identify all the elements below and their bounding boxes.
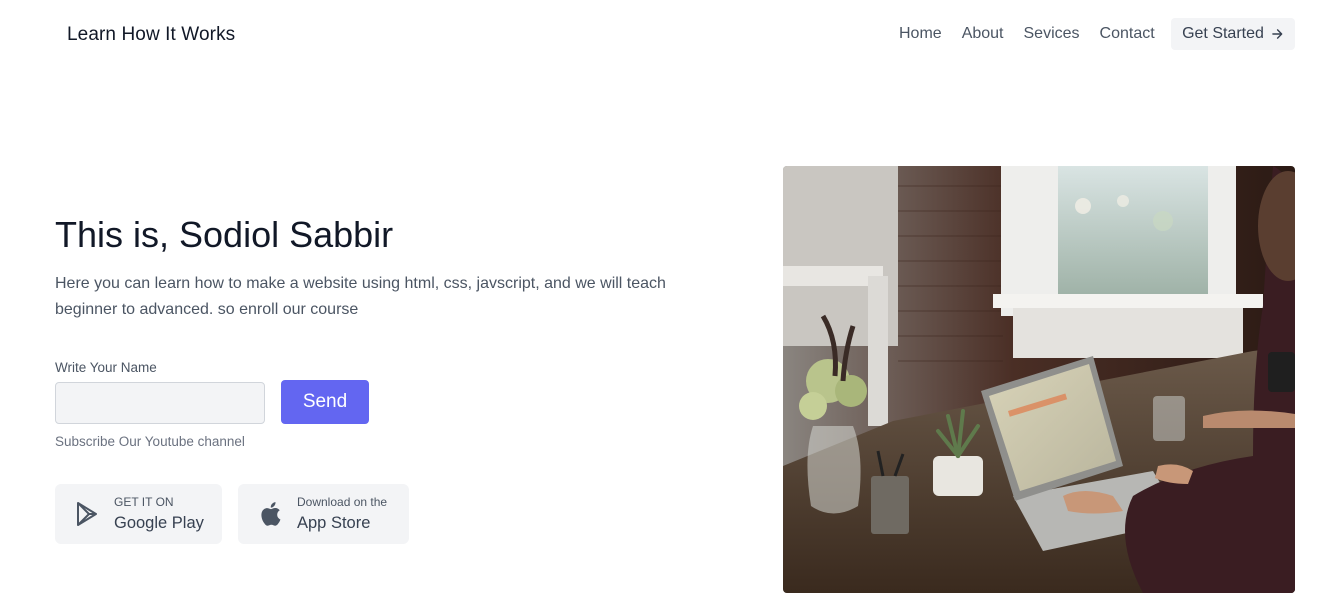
name-label: Write Your Name [55,360,157,375]
google-play-button[interactable]: GET IT ON Google Play [55,484,222,544]
get-started-label: Get Started [1182,25,1264,42]
google-play-text: GET IT ON Google Play [114,495,204,534]
get-started-button[interactable]: Get Started [1171,18,1295,50]
hero-title: This is, Sodiol Sabbir [55,214,394,255]
hero-description: Here you can learn how to make a website… [55,275,666,318]
name-input[interactable] [55,382,265,424]
google-play-small: GET IT ON [114,494,174,509]
arrow-right-icon [1272,29,1283,39]
brand-logo[interactable]: Learn How It Works [67,24,235,46]
app-store-small: Download on the [297,494,388,509]
google-play-icon [74,501,100,527]
nav-services[interactable]: Sevices [1024,25,1080,43]
main-nav: Home About Sevices Contact [899,25,1155,43]
site-header: Learn How It Works Home About Sevices Co… [0,0,1334,70]
app-store-big: App Store [297,513,371,532]
app-store-button[interactable]: Download on the App Store [238,484,409,544]
apple-icon [257,501,283,527]
nav-about[interactable]: About [962,25,1004,43]
google-play-big: Google Play [114,513,204,532]
subscribe-note: Subscribe Our Youtube channel [55,434,245,449]
send-button[interactable]: Send [281,380,369,424]
hero-image [783,166,1295,593]
nav-home[interactable]: Home [899,25,942,43]
nav-contact[interactable]: Contact [1100,25,1155,43]
app-store-text: Download on the App Store [297,495,387,534]
